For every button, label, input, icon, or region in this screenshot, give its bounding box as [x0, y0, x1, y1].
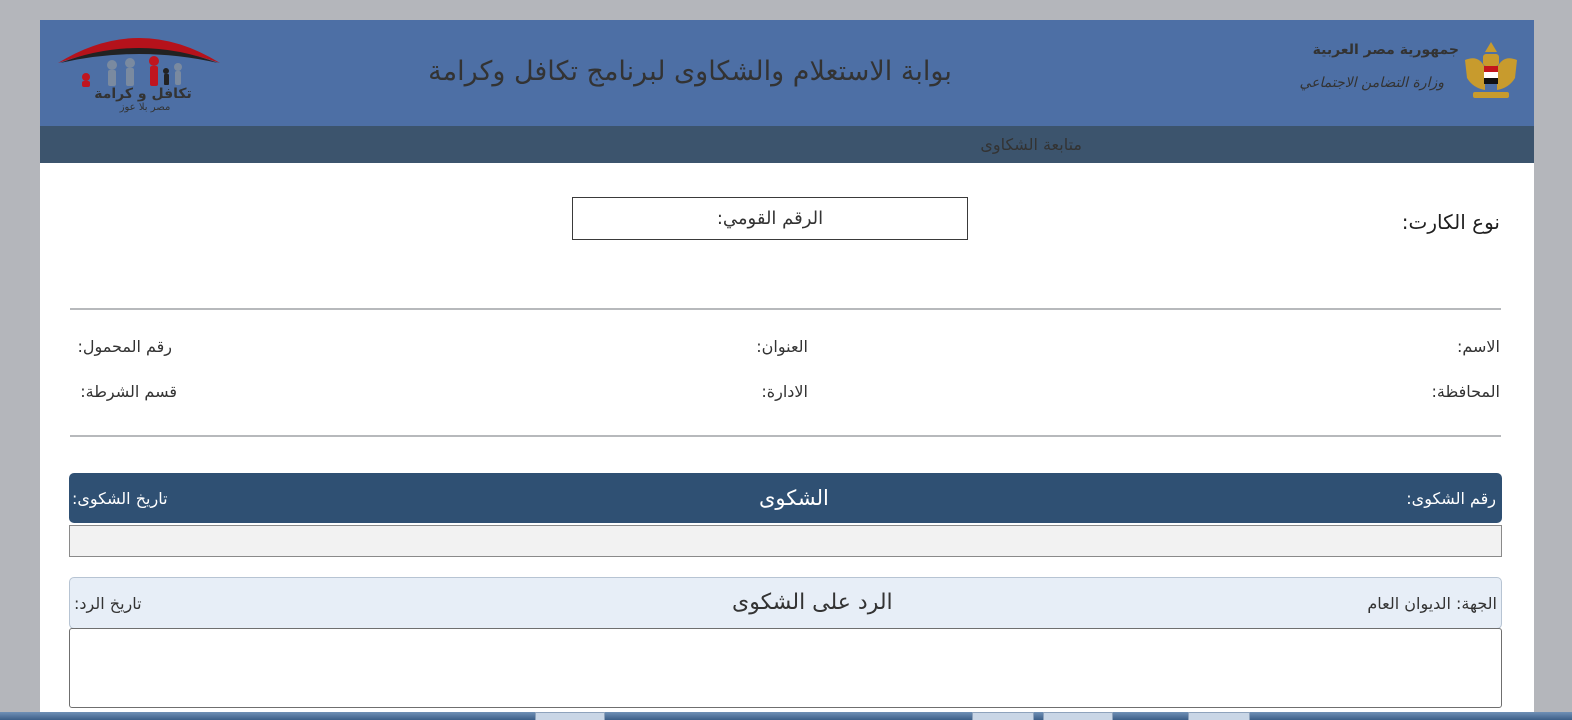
taskbar-button[interactable]	[535, 712, 605, 720]
address-label: العنوان:	[756, 337, 808, 356]
complaint-text-field	[69, 525, 1502, 557]
reply-text-field	[69, 628, 1502, 708]
section-bar: متابعة الشكاوى	[40, 126, 1534, 163]
reply-entity-key: الجهة:	[1456, 594, 1497, 613]
complaint-date-label: تاريخ الشكوى:	[72, 489, 168, 508]
national-id-input[interactable]	[572, 197, 968, 240]
page-header: تكافل و كرامة مصر بلا عوز بوابة الاستعلا…	[40, 20, 1534, 126]
taskbar-button[interactable]	[972, 712, 1034, 720]
section-title: متابعة الشكاوى	[980, 135, 1082, 154]
divider-top	[70, 308, 1501, 310]
government-name: جمهورية مصر العربية	[1312, 42, 1459, 58]
logo-text: تكافل و كرامة	[94, 86, 192, 102]
os-taskbar	[0, 712, 1572, 720]
card-type-label: نوع الكارت:	[1401, 210, 1500, 234]
administration-label: الادارة:	[761, 382, 808, 401]
police-section-label: قسم الشرطة:	[80, 382, 177, 401]
governorate-label: المحافظة:	[1431, 382, 1500, 401]
reply-date-label: تاريخ الرد:	[74, 594, 142, 613]
reply-title: الرد على الشكوى	[732, 590, 893, 615]
logo-tagline: مصر بلا عوز	[119, 102, 171, 113]
reply-entity-value: الديوان العام	[1367, 594, 1451, 613]
complaint-header: رقم الشكوى: الشكوى تاريخ الشكوى:	[69, 473, 1502, 523]
complaint-title: الشكوى	[759, 486, 829, 510]
eagle-emblem-icon	[1465, 42, 1517, 98]
reply-entity-label: الجهة: الديوان العام	[1367, 594, 1497, 613]
page-title: بوابة الاستعلام والشكاوى لبرنامج تكافل و…	[428, 56, 952, 87]
taskbar-button[interactable]	[1043, 712, 1113, 720]
complaint-number-label: رقم الشكوى:	[1406, 489, 1496, 508]
program-logo-icon	[58, 38, 220, 87]
taskbar-button[interactable]	[1188, 712, 1250, 720]
divider-bottom	[70, 435, 1501, 437]
ministry-name: وزارة التضامن الاجتماعي	[1299, 75, 1444, 91]
reply-header: الجهة: الديوان العام الرد على الشكوى تار…	[69, 577, 1502, 629]
name-label: الاسم:	[1456, 337, 1500, 356]
mobile-label: رقم المحمول:	[77, 337, 172, 356]
complaints-page: تكافل و كرامة مصر بلا عوز بوابة الاستعلا…	[40, 20, 1534, 720]
